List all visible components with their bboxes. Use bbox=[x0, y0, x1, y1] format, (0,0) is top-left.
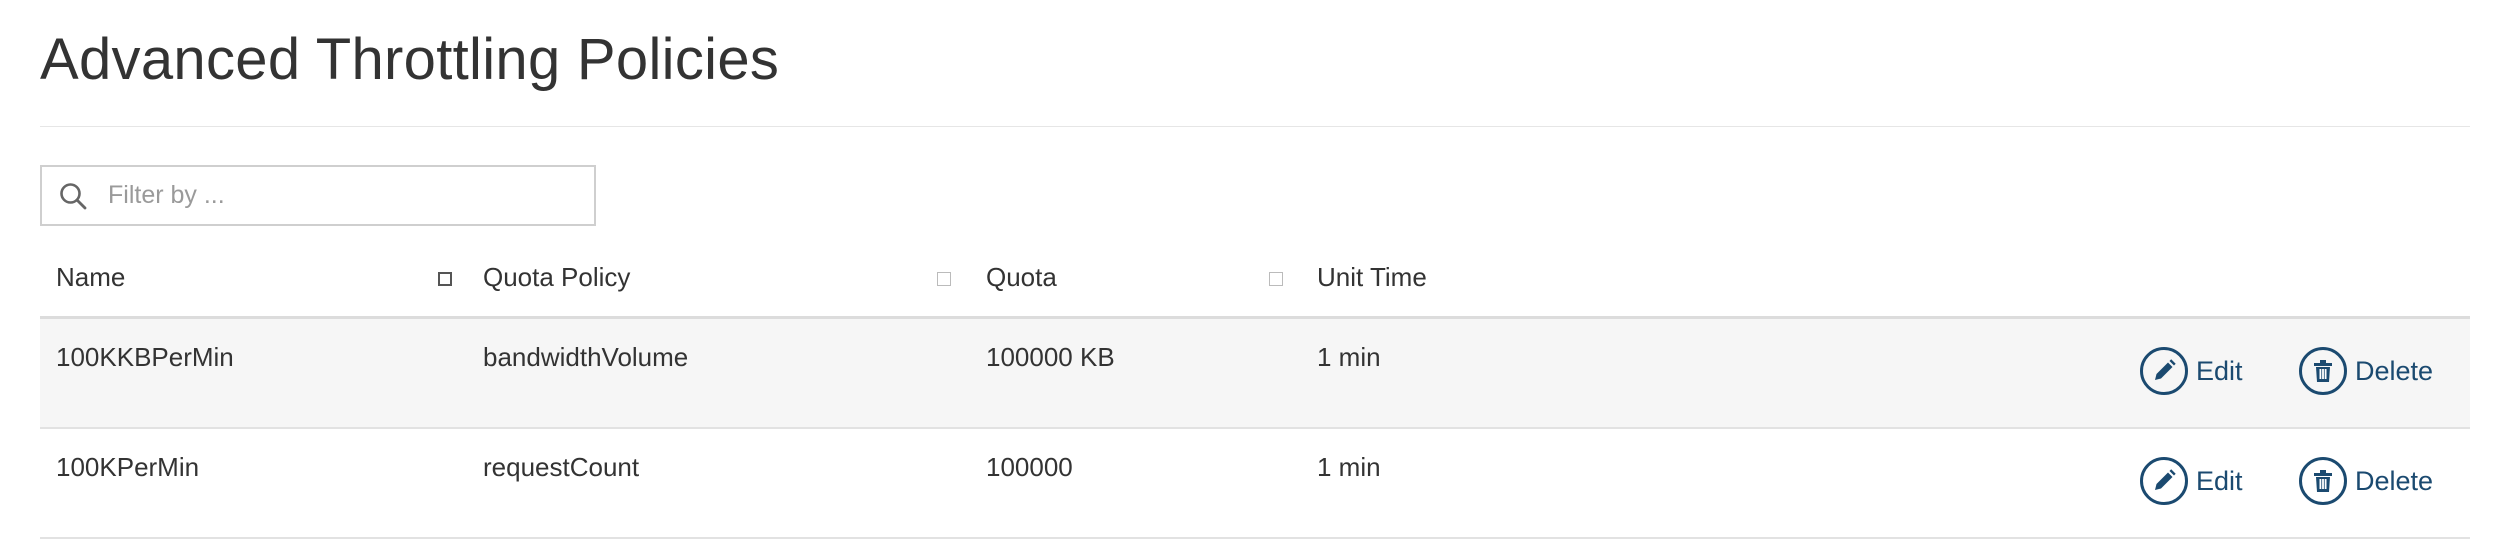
cell-quota: 100000 bbox=[986, 452, 1073, 482]
sort-toggle-name[interactable] bbox=[438, 272, 452, 286]
column-header-quota-policy[interactable]: Quota Policy bbox=[483, 262, 630, 293]
table-row: 100KPerMin requestCount 100000 1 min Edi… bbox=[40, 429, 2470, 539]
trash-icon bbox=[2299, 347, 2347, 395]
cell-quota-policy: requestCount bbox=[483, 452, 640, 482]
edit-button[interactable]: Edit bbox=[2140, 457, 2243, 505]
delete-button[interactable]: Delete bbox=[2299, 457, 2433, 505]
column-header-name[interactable]: Name bbox=[56, 262, 125, 293]
policies-table: Name Quota Policy Quota Unit Time 100KKB… bbox=[40, 250, 2470, 539]
filter-field[interactable] bbox=[40, 165, 596, 226]
title-divider bbox=[40, 126, 2470, 127]
trash-icon bbox=[2299, 457, 2347, 505]
column-header-quota[interactable]: Quota bbox=[986, 262, 1057, 293]
page-title: Advanced Throttling Policies bbox=[40, 27, 780, 92]
pencil-icon bbox=[2140, 457, 2188, 505]
edit-button[interactable]: Edit bbox=[2140, 347, 2243, 395]
sort-toggle-quota-policy[interactable] bbox=[937, 272, 951, 286]
filter-input[interactable] bbox=[106, 180, 550, 211]
delete-button[interactable]: Delete bbox=[2299, 347, 2433, 395]
cell-name: 100KKBPerMin bbox=[56, 342, 234, 372]
search-icon bbox=[58, 181, 88, 211]
delete-label: Delete bbox=[2355, 355, 2434, 386]
delete-label: Delete bbox=[2355, 465, 2434, 496]
cell-unit-time: 1 min bbox=[1317, 452, 1381, 482]
cell-name: 100KPerMin bbox=[56, 452, 200, 482]
cell-quota-policy: bandwidthVolume bbox=[483, 342, 689, 372]
cell-unit-time: 1 min bbox=[1317, 342, 1381, 372]
column-header-unit-time[interactable]: Unit Time bbox=[1317, 262, 1427, 293]
cell-quota: 100000 KB bbox=[986, 342, 1115, 372]
edit-label: Edit bbox=[2196, 465, 2243, 496]
edit-label: Edit bbox=[2196, 355, 2243, 386]
table-row: 100KKBPerMin bandwidthVolume 100000 KB 1… bbox=[40, 319, 2470, 429]
pencil-icon bbox=[2140, 347, 2188, 395]
sort-toggle-quota[interactable] bbox=[1269, 272, 1283, 286]
table-header: Name Quota Policy Quota Unit Time bbox=[40, 250, 2470, 319]
